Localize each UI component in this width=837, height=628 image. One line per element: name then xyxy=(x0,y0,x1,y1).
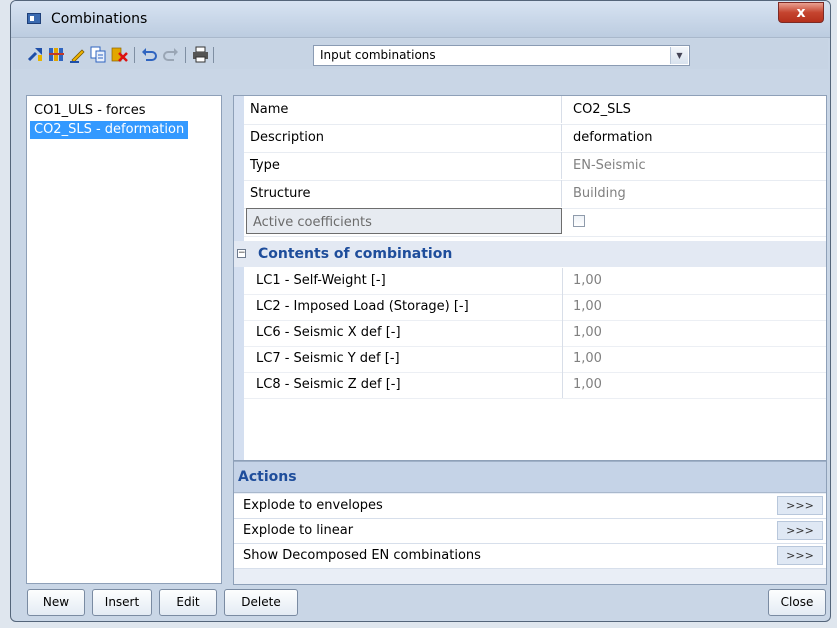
edit-button[interactable]: Edit xyxy=(159,589,217,616)
print-icon[interactable] xyxy=(192,46,209,63)
view-mode-value: Input combinations xyxy=(320,48,436,62)
action-show-decomposed[interactable]: Show Decomposed EN combinations >>> xyxy=(234,544,826,569)
type-value: EN-Seismic xyxy=(573,158,646,173)
row-lc7[interactable]: LC7 - Seismic Y def [-] 1,00 xyxy=(244,346,826,373)
lc6-label: LC6 - Seismic X def [-] xyxy=(256,320,563,346)
row-type[interactable]: Type EN-Seismic xyxy=(244,152,826,181)
structure-value: Building xyxy=(573,186,626,201)
contents-section-label: Contents of combination xyxy=(258,246,453,262)
row-name[interactable]: Name CO2_SLS xyxy=(244,96,826,125)
lc2-value[interactable]: 1,00 xyxy=(565,294,602,320)
collapse-toggle-icon[interactable]: − xyxy=(237,249,246,258)
lc1-label: LC1 - Self-Weight [-] xyxy=(256,268,563,294)
structure-label: Structure xyxy=(244,180,562,207)
type-label: Type xyxy=(244,152,562,179)
columns-icon[interactable] xyxy=(48,46,65,63)
actions-panel: Actions Explode to envelopes >>> Explode… xyxy=(233,461,827,585)
pin-icon[interactable] xyxy=(27,46,44,63)
lc1-value[interactable]: 1,00 xyxy=(565,268,602,294)
name-label: Name xyxy=(244,96,562,123)
action-explode-linear[interactable]: Explode to linear >>> xyxy=(234,519,826,544)
delete-x-icon[interactable] xyxy=(111,46,128,63)
row-lc1[interactable]: LC1 - Self-Weight [-] 1,00 xyxy=(244,268,826,295)
name-value[interactable]: CO2_SLS xyxy=(565,96,826,123)
row-lc2[interactable]: LC2 - Imposed Load (Storage) [-] 1,00 xyxy=(244,294,826,321)
edit-pencil-icon[interactable] xyxy=(69,46,86,63)
title-bar[interactable]: Combinations x xyxy=(11,1,830,38)
row-structure[interactable]: Structure Building xyxy=(244,180,826,209)
show-decomposed-button[interactable]: >>> xyxy=(777,546,823,565)
actions-header: Actions xyxy=(234,461,826,493)
combinations-window: Combinations x Input combinations ▼ CO1_… xyxy=(10,0,831,622)
lc7-value[interactable]: 1,00 xyxy=(565,346,602,372)
contents-section-header[interactable]: − Contents of combination xyxy=(234,241,826,267)
lc6-value[interactable]: 1,00 xyxy=(565,320,602,346)
explode-envelopes-button[interactable]: >>> xyxy=(777,496,823,515)
new-button[interactable]: New xyxy=(27,589,85,616)
toolbar: Input combinations ▼ xyxy=(13,39,828,69)
actions-title: Actions xyxy=(238,469,297,485)
copy-icon[interactable] xyxy=(90,46,107,63)
row-lc8[interactable]: LC8 - Seismic Z def [-] 1,00 xyxy=(244,372,826,399)
window-title: Combinations xyxy=(51,11,148,27)
combinations-list: CO1_ULS - forces CO2_SLS - deformation xyxy=(26,95,222,584)
app-icon xyxy=(27,13,41,24)
description-label: Description xyxy=(244,124,562,151)
delete-button[interactable]: Delete xyxy=(224,589,298,616)
active-coefficients-label: Active coefficients xyxy=(246,208,562,234)
lc8-value[interactable]: 1,00 xyxy=(565,372,602,398)
insert-button[interactable]: Insert xyxy=(92,589,152,616)
active-coefficients-value[interactable] xyxy=(565,208,826,235)
properties-grid: Name CO2_SLS Description deformation Typ… xyxy=(233,95,827,461)
close-window-button[interactable]: x xyxy=(778,2,824,23)
redo-icon[interactable] xyxy=(162,46,179,63)
chevron-down-icon[interactable]: ▼ xyxy=(670,47,688,64)
button-bar: New Insert Edit Delete Close xyxy=(13,589,828,619)
view-mode-select[interactable]: Input combinations ▼ xyxy=(313,45,690,66)
lc7-label: LC7 - Seismic Y def [-] xyxy=(256,346,563,372)
undo-icon[interactable] xyxy=(141,46,158,63)
action-label: Explode to envelopes xyxy=(243,498,383,513)
action-label: Explode to linear xyxy=(243,523,354,538)
row-lc6[interactable]: LC6 - Seismic X def [-] 1,00 xyxy=(244,320,826,347)
row-description[interactable]: Description deformation xyxy=(244,124,826,153)
lc8-label: LC8 - Seismic Z def [-] xyxy=(256,372,563,398)
description-value[interactable]: deformation xyxy=(565,124,826,151)
grid-gutter xyxy=(234,96,244,460)
list-item-co1[interactable]: CO1_ULS - forces xyxy=(30,102,150,120)
active-coefficients-checkbox[interactable] xyxy=(573,215,585,227)
lc2-label: LC2 - Imposed Load (Storage) [-] xyxy=(256,294,563,320)
close-button[interactable]: Close xyxy=(768,589,826,616)
row-active-coefficients[interactable]: Active coefficients xyxy=(244,208,826,237)
action-explode-envelopes[interactable]: Explode to envelopes >>> xyxy=(234,494,826,519)
list-item-co2[interactable]: CO2_SLS - deformation xyxy=(30,121,189,139)
explode-linear-button[interactable]: >>> xyxy=(777,521,823,540)
action-label: Show Decomposed EN combinations xyxy=(243,548,481,563)
